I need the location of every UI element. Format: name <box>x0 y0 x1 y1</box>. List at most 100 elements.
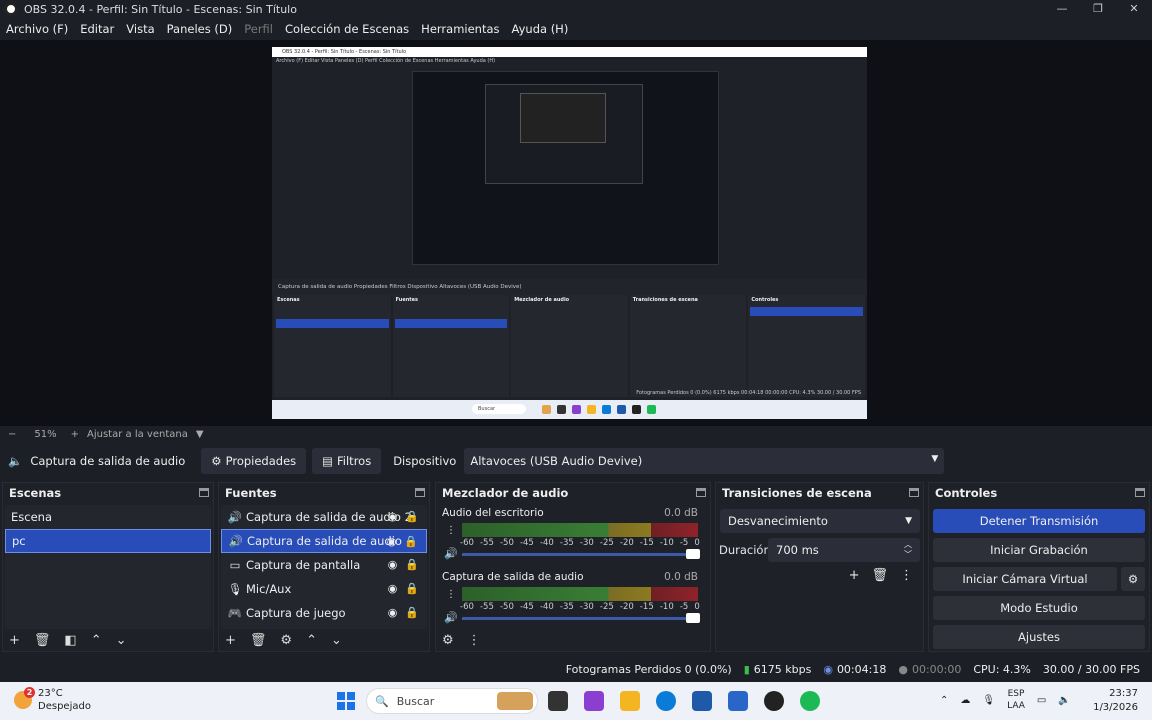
zoom-bar: − 51% + Ajustar a la ventana ▼ <box>0 426 1152 442</box>
bitrate: 6175 kbps <box>753 662 812 676</box>
slider-handle[interactable] <box>686 613 700 623</box>
eye-icon[interactable]: ◉ <box>387 535 397 548</box>
scene-item-selected[interactable]: pc <box>5 529 211 553</box>
volume-icon[interactable]: 🔈 <box>1058 695 1070 706</box>
outlook-icon[interactable] <box>728 691 748 711</box>
preview-menu: Archivo (F) Editar Vista Paneles (D) Per… <box>276 58 496 64</box>
menu-herramientas[interactable]: Herramientas <box>421 22 499 36</box>
source-item[interactable]: 🔊 Captura de salida de audio 2 ◉ 🔒 <box>221 505 427 529</box>
menu-archivo[interactable]: Archivo (F) <box>6 22 68 36</box>
cloud-icon[interactable]: ☁ <box>960 695 970 706</box>
arrow-down-icon[interactable]: ⌄ <box>116 633 127 648</box>
add-icon[interactable]: + <box>225 633 236 648</box>
close-button[interactable]: ✕ <box>1116 0 1152 18</box>
stop-stream-button[interactable]: Detener Transmisión <box>933 509 1145 533</box>
lock-icon[interactable]: 🔒 <box>405 606 419 619</box>
maximize-button[interactable]: ❐ <box>1080 0 1116 18</box>
stepper-icon[interactable]: ︿ ﹀ <box>904 540 912 560</box>
source-item[interactable]: 🎮 Captura de juego ◉ 🔒 <box>221 601 427 625</box>
chevron-up-icon[interactable]: ⌃ <box>940 695 948 706</box>
source-item-selected[interactable]: 🔊 Captura de salida de audio ◉ 🔒 <box>221 529 427 553</box>
undock-icon[interactable] <box>1135 488 1145 497</box>
trash-icon[interactable]: 🗑 <box>871 568 888 583</box>
zoom-out-button[interactable]: − <box>8 429 16 440</box>
zoom-in-button[interactable]: + <box>71 429 79 440</box>
menu-paneles[interactable]: Paneles (D) <box>167 22 233 36</box>
more-icon[interactable]: ⋮ <box>468 633 481 648</box>
trash-icon[interactable]: 🗑 <box>250 633 267 648</box>
lock-icon[interactable]: 🔒 <box>405 582 419 595</box>
lock-icon[interactable]: 🔒 <box>405 558 419 571</box>
language-indicator[interactable]: ESP LAA <box>1007 688 1025 712</box>
eye-icon[interactable]: ◉ <box>388 510 398 523</box>
source-item[interactable]: ▭ Captura de pantalla ◉ 🔒 <box>221 553 427 577</box>
lock-icon[interactable]: 🔒 <box>405 510 419 523</box>
arrow-up-icon[interactable]: ⌃ <box>91 633 102 648</box>
weather-widget[interactable]: 2 23°C Despejado <box>14 687 91 713</box>
store-icon[interactable] <box>692 691 712 711</box>
preview-area[interactable]: OBS 32.0.4 - Perfil: Sin Título - Escena… <box>0 40 1152 426</box>
obs-icon[interactable] <box>764 691 784 711</box>
eye-icon[interactable]: ◉ <box>388 582 398 595</box>
more-icon[interactable]: ⋮ <box>900 568 913 583</box>
menu-perfil[interactable]: Perfil <box>244 22 273 36</box>
undock-icon[interactable] <box>415 488 425 497</box>
chevron-down-icon[interactable]: ▼ <box>196 429 204 440</box>
virtual-camera-button[interactable]: Iniciar Cámara Virtual <box>933 567 1117 591</box>
add-icon[interactable]: + <box>9 633 20 648</box>
more-icon[interactable]: ⋮ <box>446 525 456 536</box>
arrow-down-icon[interactable]: ⌄ <box>331 633 342 648</box>
trash-icon[interactable]: 🗑 <box>34 633 51 648</box>
channel-db: 0.0 dB <box>664 507 698 519</box>
terminal-icon[interactable] <box>548 691 568 711</box>
speaker-icon[interactable]: 🔊 <box>444 611 458 624</box>
eye-icon[interactable]: ◉ <box>388 606 398 619</box>
preview-dock: Escenas <box>274 295 391 397</box>
more-icon[interactable]: ⋮ <box>446 589 456 600</box>
nested-preview <box>412 71 719 265</box>
gear-icon[interactable]: ⚙ <box>280 633 292 648</box>
undock-icon[interactable] <box>199 488 209 497</box>
undock-icon[interactable] <box>909 488 919 497</box>
filter-icon: ▤ <box>322 454 334 468</box>
volume-slider[interactable] <box>462 613 700 623</box>
minimize-button[interactable]: — <box>1044 0 1080 18</box>
scene-item[interactable]: Escena <box>5 505 211 529</box>
slider-handle[interactable] <box>686 549 700 559</box>
eye-icon[interactable]: ◉ <box>388 558 398 571</box>
transition-select[interactable]: Desvanecimiento ▼ <box>720 509 920 533</box>
display-icon[interactable]: ▭ <box>1037 695 1046 706</box>
sources-title: Fuentes <box>225 486 277 500</box>
clock[interactable]: 23:37 1/3/2026 <box>1093 687 1138 715</box>
menu-vista[interactable]: Vista <box>126 22 154 36</box>
microphone-icon[interactable]: 🎙 <box>982 695 995 706</box>
menu-editar[interactable]: Editar <box>80 22 114 36</box>
windows-start-icon[interactable] <box>337 692 355 710</box>
add-icon[interactable]: + <box>849 568 860 583</box>
edge-icon[interactable] <box>656 691 676 711</box>
copilot-icon[interactable] <box>584 691 604 711</box>
arrow-up-icon[interactable]: ⌃ <box>306 633 317 648</box>
properties-button[interactable]: ⚙ Propiedades <box>201 448 307 474</box>
studio-mode-button[interactable]: Modo Estudio <box>933 596 1145 620</box>
virtual-camera-settings-button[interactable]: ⚙ <box>1121 567 1145 591</box>
file-explorer-icon[interactable] <box>620 691 640 711</box>
undock-icon[interactable] <box>696 488 706 497</box>
start-recording-button[interactable]: Iniciar Grabación <box>933 538 1145 562</box>
volume-slider[interactable] <box>462 549 700 559</box>
nested-preview-2 <box>485 84 643 184</box>
filters-button[interactable]: ▤ Filtros <box>312 448 382 474</box>
taskbar-search[interactable]: 🔍 Buscar <box>366 688 538 714</box>
filter-icon[interactable]: ◧ <box>64 633 76 648</box>
source-item[interactable]: 🎙 Mic/Aux ◉ 🔒 <box>221 577 427 601</box>
duration-input[interactable]: 700 ms ︿ ﹀ <box>768 538 920 562</box>
settings-button[interactable]: Ajustes <box>933 625 1145 649</box>
device-select[interactable]: Altavoces (USB Audio Devive) ▼ <box>464 448 945 474</box>
speaker-icon[interactable]: 🔊 <box>444 547 458 560</box>
menu-ayuda[interactable]: Ayuda (H) <box>512 22 569 36</box>
lock-icon[interactable]: 🔒 <box>404 535 418 548</box>
menu-coleccion[interactable]: Colección de Escenas <box>285 22 409 36</box>
fit-window-label[interactable]: Ajustar a la ventana <box>87 429 188 440</box>
gear-icon[interactable]: ⚙ <box>442 633 454 648</box>
spotify-icon[interactable] <box>800 691 820 711</box>
